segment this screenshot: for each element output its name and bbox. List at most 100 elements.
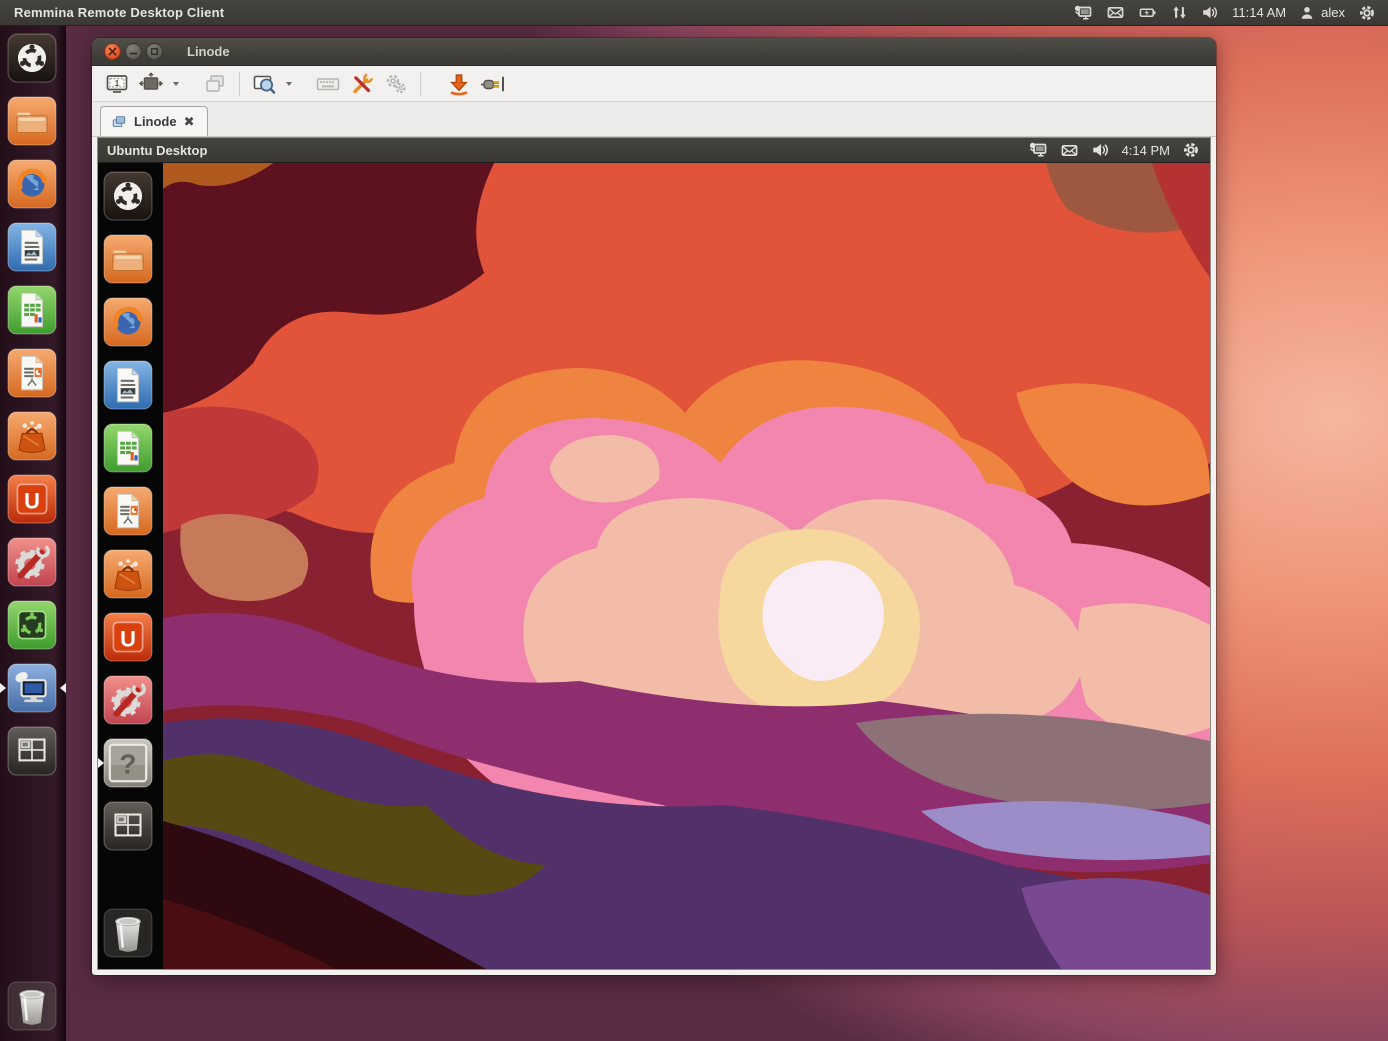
launcher-item-ubuntu-software-center[interactable] [0,411,66,461]
host-panel-title: Remmina Remote Desktop Client [14,5,224,20]
launcher-item-libreoffice-impress[interactable] [98,486,163,536]
running-indicator [98,758,104,768]
firefox-icon [102,297,154,347]
remote-clock[interactable]: 4:14 PM [1122,143,1170,158]
connection-tab-icon [111,114,127,130]
focused-indicator [60,683,66,693]
launcher-item-remmina[interactable] [0,663,66,713]
toolbar-separator [239,72,240,96]
launcher-item-trash[interactable] [98,908,163,958]
launcher-item-ubuntu-one[interactable] [98,612,163,662]
host-tray: 11:14 AM alex [1073,4,1388,22]
launcher-item-workspace-switcher[interactable] [0,726,66,776]
remote-tray: 4:14 PM [1028,141,1210,159]
launcher-item-libreoffice-writer[interactable] [0,222,66,272]
grab-keyboard-button[interactable] [311,69,345,99]
ubuntu-one-icon [6,474,58,524]
remote-viewport: Ubuntu Desktop 4:14 PM [97,137,1211,970]
launcher-item-libreoffice-calc[interactable] [98,423,163,473]
help-icon [102,738,154,788]
libreoffice-calc-icon [102,423,154,473]
launcher-item-ubuntu-software-center[interactable] [98,549,163,599]
home-folder-icon [102,234,154,284]
launcher-item-dash-home[interactable] [0,33,66,83]
window-titlebar[interactable]: Linode [92,38,1216,66]
system-settings-icon [6,537,58,587]
launcher-item-trash[interactable] [0,981,66,1031]
take-screenshot-button[interactable] [442,69,476,99]
launcher-item-system-settings[interactable] [98,675,163,725]
disconnect-button[interactable] [476,69,510,99]
remote-panel-title: Ubuntu Desktop [107,143,207,158]
tab-close-icon[interactable]: ✖ [184,115,195,128]
network-transfer-icon[interactable] [1171,4,1188,21]
running-indicator [0,683,6,693]
libreoffice-writer-icon [6,222,58,272]
tab-label: Linode [134,114,177,129]
tools-button[interactable] [345,69,379,99]
launcher-item-libreoffice-impress[interactable] [0,348,66,398]
libreoffice-impress-icon [102,486,154,536]
tab-bar: Linode ✖ [92,102,1216,137]
launcher-item-home-folder[interactable] [98,234,163,284]
session-gear-icon[interactable] [1358,4,1376,22]
remote-desktop [98,163,1210,969]
mail-icon[interactable] [1060,142,1079,159]
workspace-switcher-icon [102,801,154,851]
remote-launcher [98,163,163,969]
trash-icon [6,981,58,1031]
launcher-item-ubuntu-one[interactable] [0,474,66,524]
dash-home-icon [102,171,154,221]
launcher-item-firefox[interactable] [0,159,66,209]
remmina-window: Linode 1 [92,38,1216,975]
launcher-item-dash-home[interactable] [98,171,163,221]
preferences-button[interactable] [379,69,413,99]
system-settings-icon [102,675,154,725]
libreoffice-impress-icon [6,348,58,398]
host-launcher [0,26,66,1041]
dash-home-icon [6,33,58,83]
launcher-item-help[interactable] [98,738,163,788]
window-toolbar: 1 [92,66,1216,102]
ubuntu-software-icon [6,600,58,650]
host-user-name[interactable]: alex [1321,5,1345,20]
maximize-button[interactable] [146,43,163,60]
remmina-icon [6,663,58,713]
connect-new-size-button[interactable]: 1 [100,69,134,99]
launcher-item-system-settings[interactable] [0,537,66,587]
user-icon[interactable] [1299,5,1315,21]
remote-top-panel: Ubuntu Desktop 4:14 PM [98,138,1210,163]
ubuntu-software-center-icon [102,549,154,599]
mail-icon[interactable] [1106,4,1125,21]
host-top-panel: Remmina Remote Desktop Client 11:14 AM a… [0,0,1388,26]
messaging-monitor-icon[interactable] [1028,141,1048,159]
minimize-button[interactable] [125,43,142,60]
launcher-item-libreoffice-calc[interactable] [0,285,66,335]
scaled-view-button[interactable] [247,69,281,99]
firefox-icon [6,159,58,209]
tab-linode[interactable]: Linode ✖ [100,106,208,136]
remote-wallpaper [163,163,1210,969]
launcher-item-workspace-switcher[interactable] [98,801,163,851]
volume-icon[interactable] [1091,141,1110,159]
duplicate-connection-button[interactable] [198,69,232,99]
scaled-view-dropdown[interactable] [281,69,297,99]
chevron-down-icon [286,82,292,86]
launcher-item-firefox[interactable] [98,297,163,347]
launcher-item-ubuntu-software[interactable] [0,600,66,650]
battery-icon[interactable] [1138,4,1158,21]
window-title: Linode [187,44,230,59]
launcher-item-home-folder[interactable] [0,96,66,146]
session-gear-icon[interactable] [1182,141,1200,159]
messaging-monitor-icon[interactable] [1073,4,1093,22]
host-clock[interactable]: 11:14 AM [1232,5,1286,20]
volume-icon[interactable] [1201,4,1219,21]
close-button[interactable] [104,43,121,60]
fullscreen-dropdown[interactable] [168,69,184,99]
launcher-item-libreoffice-writer[interactable] [98,360,163,410]
fullscreen-button[interactable] [134,69,168,99]
home-folder-icon [6,96,58,146]
trash-icon [102,908,154,958]
libreoffice-writer-icon [102,360,154,410]
libreoffice-calc-icon [6,285,58,335]
